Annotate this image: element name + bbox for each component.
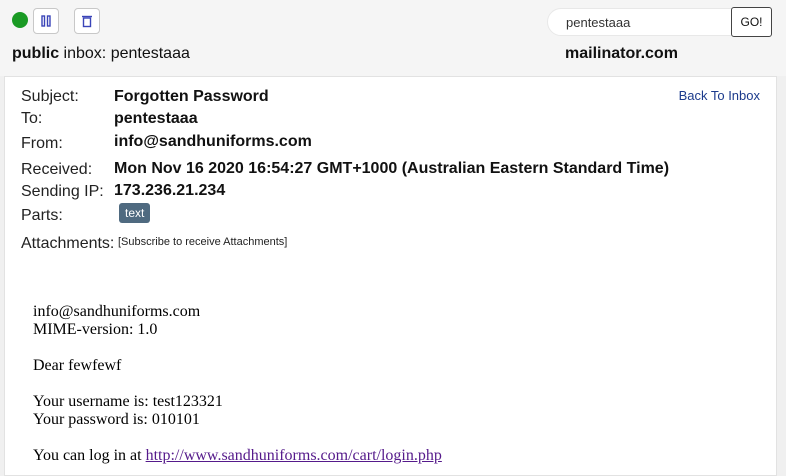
inbox-title: public inbox: pentestaaa	[12, 45, 190, 63]
sending-ip-value: 173.236.21.234	[114, 182, 226, 199]
body-password-line: Your password is: 010101	[33, 411, 200, 428]
trash-icon	[82, 15, 92, 28]
inbox-search-input[interactable]	[547, 8, 735, 36]
body-greeting: Dear fewfewf	[33, 357, 122, 374]
subject-label: Subject:	[21, 88, 79, 105]
login-prefix: You can log in at	[33, 447, 146, 464]
login-url-link[interactable]: http://www.sandhuniforms.com/cart/login.…	[146, 447, 442, 464]
attachments-note: [Subscribe to receive Attachments]	[118, 236, 288, 248]
top-toolbar: public inbox: pentestaaa GO! mailinator.…	[0, 0, 786, 76]
received-value: Mon Nov 16 2020 16:54:27 GMT+1000 (Austr…	[114, 160, 670, 177]
site-name: mailinator.com	[565, 45, 678, 62]
attachments-label: Attachments:	[21, 235, 115, 252]
body-username-line: Your username is: test123321	[33, 393, 223, 410]
sending-ip-label: Sending IP:	[21, 183, 104, 200]
from-label: From:	[21, 135, 63, 152]
inbox-visibility: public	[12, 45, 60, 62]
inbox-name: inbox: pentestaaa	[59, 45, 190, 62]
status-dot-icon	[12, 12, 28, 28]
pause-button[interactable]	[33, 8, 59, 34]
to-value: pentestaaa	[114, 110, 198, 127]
from-value: info@sandhuniforms.com	[114, 133, 312, 150]
received-label: Received:	[21, 161, 93, 178]
parts-label: Parts:	[21, 207, 63, 224]
body-login-line: You can log in at http://www.sandhunifor…	[33, 447, 442, 465]
body-mime-line: MIME-version: 1.0	[33, 321, 158, 338]
body-from-line: info@sandhuniforms.com	[33, 303, 201, 320]
to-label: To:	[21, 110, 43, 127]
pause-icon	[41, 15, 51, 27]
back-to-inbox-link[interactable]: Back To Inbox	[679, 88, 760, 103]
message-card: Back To Inbox Subject: Forgotten Passwor…	[4, 76, 777, 476]
subject-value: Forgotten Password	[114, 88, 269, 105]
delete-button[interactable]	[74, 8, 100, 34]
parts-text-badge[interactable]: text	[119, 203, 151, 223]
go-button[interactable]: GO!	[731, 7, 772, 37]
